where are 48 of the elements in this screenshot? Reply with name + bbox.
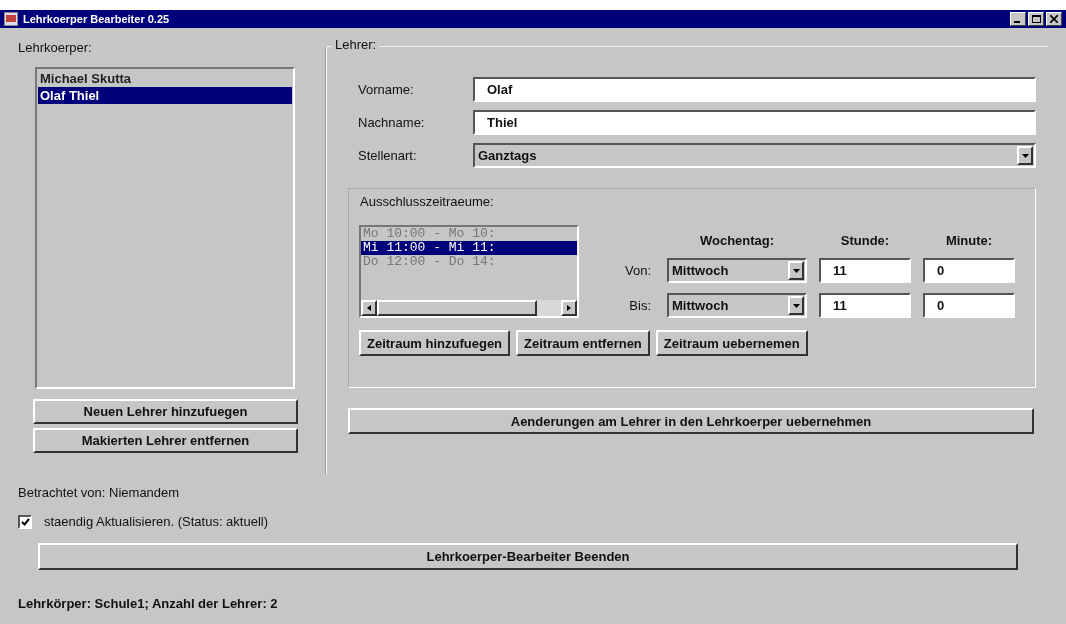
window-title: Lehrkoerper Bearbeiter 0.25	[23, 13, 171, 25]
row-label: Bis:	[628, 298, 652, 313]
row-label: Von:	[623, 263, 652, 278]
input-field[interactable]: Thiel	[473, 110, 1036, 135]
input-field[interactable]: 11	[819, 258, 911, 283]
caret-icon	[1021, 153, 1029, 158]
close-button[interactable]	[1046, 12, 1062, 26]
quit-button[interactable]: Lehrkoerper-Bearbeiter Beenden	[38, 543, 1018, 570]
app-icon	[4, 12, 18, 26]
status-text: Lehrkörper: Schule1; Anzahl der Lehrer: 2	[18, 596, 278, 611]
dropdown[interactable]: Mittwoch	[667, 258, 807, 283]
input-field[interactable]: 0	[923, 258, 1015, 283]
list-item[interactable]: Olaf Thiel	[38, 87, 292, 104]
group-title: Lehrer:	[332, 37, 380, 52]
apply-button[interactable]: Aenderungen am Lehrer in den Lehrkoerper uebernehmen	[348, 408, 1034, 434]
action-button[interactable]: Zeitraum hinzufuegen	[359, 330, 511, 356]
minimize-button[interactable]	[1010, 12, 1026, 26]
input-field[interactable]: Olaf	[473, 77, 1036, 102]
action-button[interactable]: Zeitraum entfernen	[516, 330, 650, 356]
list-item[interactable]: Mi 11:00 - Mi 11:	[361, 241, 577, 255]
close-icon	[1050, 15, 1058, 23]
group-title: Ausschlusszeitraeume:	[359, 193, 495, 211]
list-item[interactable]: Michael Skutta	[38, 70, 292, 87]
maximize-icon	[1031, 15, 1041, 23]
list-label: Lehrkoerper:	[18, 39, 93, 55]
dropdown[interactable]: Ganztags	[473, 143, 1036, 168]
dropdown[interactable]: Mittwoch	[667, 293, 807, 318]
input-field[interactable]: 11	[819, 293, 911, 318]
field-label: Stellenart:	[357, 148, 418, 163]
action-button[interactable]: Neuen Lehrer hinzufuegen	[33, 399, 298, 424]
column-header: Stunde:	[839, 233, 891, 248]
right-arrow-icon	[567, 305, 571, 311]
action-button[interactable]: Makierten Lehrer entfernen	[33, 428, 298, 453]
viewer-text: Betrachtet von: Niemandem	[18, 485, 181, 500]
field-label: Vorname:	[357, 82, 415, 97]
horizontal-scrollbar[interactable]	[361, 300, 577, 316]
maximize-button[interactable]	[1028, 12, 1044, 26]
checkbox[interactable]	[18, 514, 32, 529]
column-header: Minute:	[944, 233, 994, 248]
check-icon	[20, 517, 30, 526]
checkbox-label: staendig Aktualisieren. (Status: aktuell)	[44, 514, 268, 529]
caret-icon	[792, 303, 800, 308]
caret-icon	[792, 268, 800, 273]
left-arrow-icon	[367, 305, 371, 311]
input-field[interactable]: 0	[923, 293, 1015, 318]
column-header: Wochentag:	[698, 233, 776, 248]
action-button[interactable]: Zeitraum uebernemen	[655, 330, 808, 356]
field-label: Nachname:	[357, 115, 426, 130]
